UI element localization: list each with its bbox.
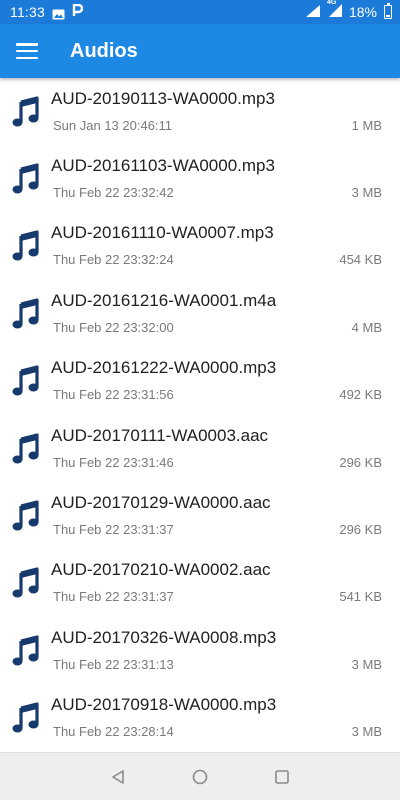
system-nav-bar (0, 752, 400, 800)
image-icon (52, 7, 65, 19)
file-size: 4 MB (351, 319, 382, 335)
file-size: 454 KB (339, 252, 382, 268)
file-name: AUD-20161222-WA0000.mp3 (51, 358, 277, 378)
list-item-body: AUD-20161103-WA0000.mp3 Thu Feb 22 23:32… (51, 156, 382, 200)
recents-icon[interactable] (272, 767, 292, 787)
app-bar: Audios (0, 24, 400, 78)
file-date: Thu Feb 22 23:31:37 (53, 589, 174, 605)
file-size: 3 MB (351, 185, 382, 201)
status-time: 11:33 (10, 4, 45, 20)
battery-percent: 18% (348, 4, 377, 20)
music-note-icon (11, 702, 41, 734)
file-name: AUD-20190113-WA0000.mp3 (51, 88, 275, 108)
music-note-icon (11, 163, 41, 195)
file-date: Thu Feb 22 23:31:56 (53, 387, 174, 403)
status-left: 11:33 (10, 3, 84, 20)
file-meta: Thu Feb 22 23:32:42 3 MB (51, 185, 382, 200)
list-item[interactable]: AUD-20170129-WA0000.aac Thu Feb 22 23:31… (0, 482, 400, 549)
file-name: AUD-20170326-WA0008.mp3 (51, 627, 277, 647)
back-icon[interactable] (108, 767, 128, 787)
file-size: 3 MB (351, 724, 382, 740)
file-date: Sun Jan 13 20:46:11 (53, 117, 173, 133)
list-item[interactable]: AUD-20161216-WA0001.m4a Thu Feb 22 23:32… (0, 280, 400, 347)
file-name: AUD-20170918-WA0000.mp3 (51, 695, 277, 715)
file-date: Thu Feb 22 23:31:46 (53, 454, 174, 470)
list-item[interactable]: AUD-20161110-WA0007.mp3 Thu Feb 22 23:32… (0, 213, 400, 280)
list-item[interactable]: AUD-20170210-WA0002.aac Thu Feb 22 23:31… (0, 550, 400, 617)
cell-signal-icon: 4G (327, 0, 342, 20)
music-note-icon (11, 230, 41, 262)
list-item[interactable]: AUD-20161103-WA0000.mp3 Thu Feb 22 23:32… (0, 145, 400, 212)
network-type-label: 4G (326, 0, 337, 6)
file-meta: Thu Feb 22 23:31:46 296 KB (51, 455, 382, 470)
list-item[interactable]: AUD-20161222-WA0000.mp3 Thu Feb 22 23:31… (0, 348, 400, 415)
music-note-icon (11, 500, 41, 532)
hamburger-menu-icon[interactable] (16, 43, 38, 59)
file-size: 1 MB (351, 117, 382, 133)
status-right: 4G 18% (305, 0, 392, 20)
file-size: 492 KB (339, 387, 382, 403)
list-item[interactable]: AUD-20170111-WA0003.aac Thu Feb 22 23:31… (0, 415, 400, 482)
list-item-body: AUD-20170129-WA0000.aac Thu Feb 22 23:31… (51, 493, 382, 537)
file-size: 541 KB (339, 589, 382, 605)
file-date: Thu Feb 22 23:32:42 (53, 185, 174, 201)
music-note-icon (11, 365, 41, 397)
file-size: 296 KB (339, 522, 382, 538)
file-meta: Sun Jan 13 20:46:11 1 MB (51, 118, 382, 133)
file-meta: Thu Feb 22 23:31:56 492 KB (51, 387, 382, 402)
file-meta: Thu Feb 22 23:28:14 3 MB (51, 724, 382, 739)
file-name: AUD-20161216-WA0001.m4a (51, 290, 277, 310)
file-meta: Thu Feb 22 23:31:13 3 MB (51, 657, 382, 672)
music-note-icon (11, 567, 41, 599)
file-date: Thu Feb 22 23:31:37 (53, 522, 174, 538)
battery-icon (384, 3, 392, 19)
file-date: Thu Feb 22 23:32:24 (53, 252, 174, 268)
file-meta: Thu Feb 22 23:32:24 454 KB (51, 252, 382, 267)
music-note-icon (11, 433, 41, 465)
file-name: AUD-20161110-WA0007.mp3 (51, 223, 274, 243)
screen: 11:33 4G 18% Audios AUD-20190113-WA0000.… (0, 0, 400, 800)
list-item[interactable]: AUD-20170326-WA0008.mp3 Thu Feb 22 23:31… (0, 617, 400, 684)
file-name: AUD-20170111-WA0003.aac (51, 425, 269, 445)
file-meta: Thu Feb 22 23:31:37 296 KB (51, 522, 382, 537)
audio-file-list: AUD-20190113-WA0000.mp3 Sun Jan 13 20:46… (0, 78, 400, 752)
list-item-body: AUD-20190113-WA0000.mp3 Sun Jan 13 20:46… (51, 88, 382, 133)
list-item-body: AUD-20170111-WA0003.aac Thu Feb 22 23:31… (51, 425, 382, 470)
list-item-body: AUD-20161222-WA0000.mp3 Thu Feb 22 23:31… (51, 358, 382, 402)
list-item-body: AUD-20170326-WA0008.mp3 Thu Feb 22 23:31… (51, 627, 382, 672)
p-app-icon (72, 3, 84, 20)
music-note-icon (11, 298, 41, 330)
music-note-icon (11, 96, 41, 128)
wifi-icon (305, 4, 320, 20)
file-date: Thu Feb 22 23:32:00 (53, 319, 174, 335)
list-item-body: AUD-20161110-WA0007.mp3 Thu Feb 22 23:32… (51, 223, 382, 267)
list-item[interactable]: AUD-20190113-WA0000.mp3 Sun Jan 13 20:46… (0, 78, 400, 145)
file-date: Thu Feb 22 23:31:13 (53, 656, 174, 672)
file-meta: Thu Feb 22 23:31:37 541 KB (51, 589, 382, 604)
music-note-icon (11, 635, 41, 667)
file-name: AUD-20170210-WA0002.aac (51, 560, 271, 580)
list-item-body: AUD-20170210-WA0002.aac Thu Feb 22 23:31… (51, 560, 382, 604)
file-name: AUD-20170129-WA0000.aac (51, 493, 271, 513)
home-icon[interactable] (190, 767, 210, 787)
list-item[interactable]: AUD-20170918-WA0000.mp3 Thu Feb 22 23:28… (0, 685, 400, 752)
file-name: AUD-20161103-WA0000.mp3 (51, 156, 275, 176)
list-item-body: AUD-20170918-WA0000.mp3 Thu Feb 22 23:28… (51, 695, 382, 739)
page-title: Audios (70, 39, 138, 62)
file-size: 3 MB (351, 656, 382, 672)
status-bar: 11:33 4G 18% (0, 0, 400, 24)
file-date: Thu Feb 22 23:28:14 (53, 724, 174, 740)
file-meta: Thu Feb 22 23:32:00 4 MB (51, 320, 382, 335)
list-item-body: AUD-20161216-WA0001.m4a Thu Feb 22 23:32… (51, 290, 382, 335)
file-size: 296 KB (339, 454, 382, 470)
